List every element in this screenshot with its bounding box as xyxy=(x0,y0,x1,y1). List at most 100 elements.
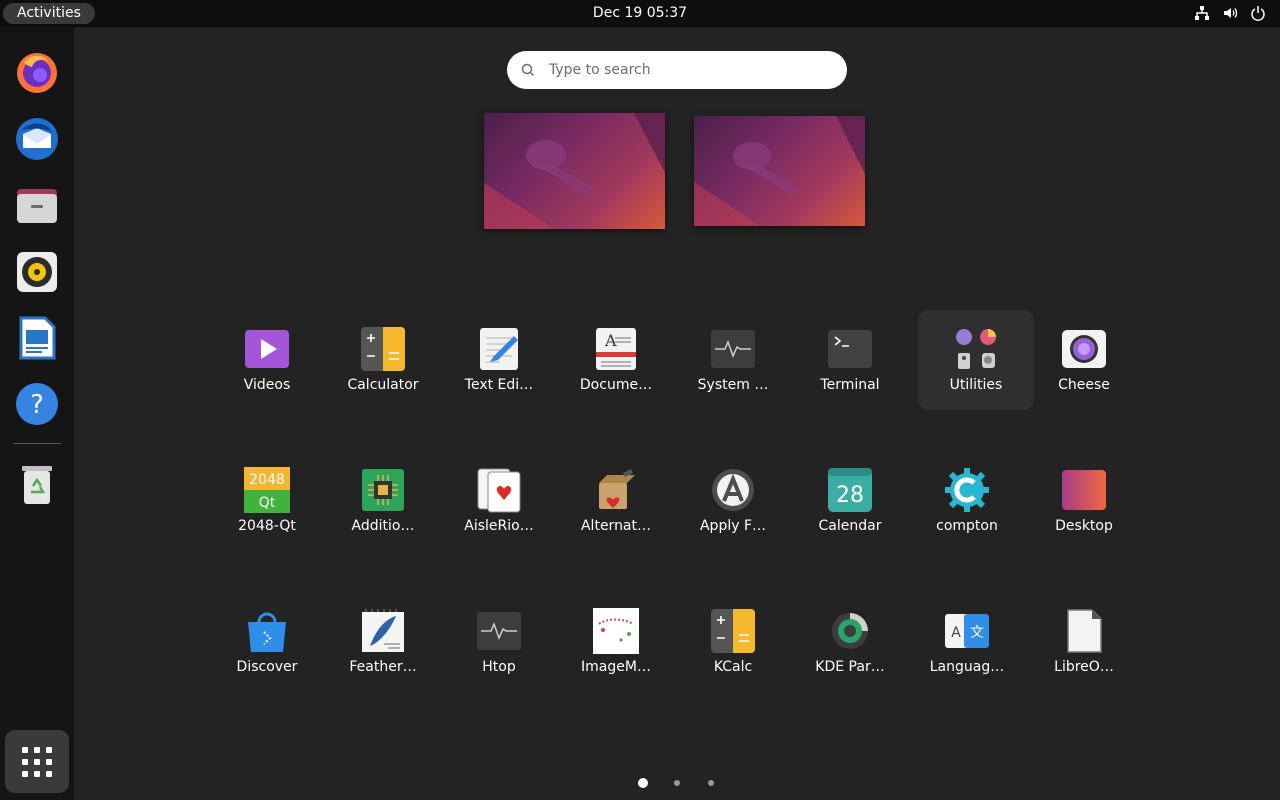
app-utilities-folder[interactable]: Utilities xyxy=(918,310,1034,410)
svg-text:A: A xyxy=(604,331,617,350)
app-label: System … xyxy=(697,377,769,393)
app-label: Calendar xyxy=(818,518,882,534)
app-kcalc[interactable]: KCalc xyxy=(675,592,791,692)
workspace-thumbnail-2[interactable] xyxy=(694,116,865,226)
qt-text: Qt xyxy=(259,495,276,511)
page-indicator xyxy=(0,778,1280,788)
app-label: LibreO… xyxy=(1054,659,1114,675)
app-calendar[interactable]: 28 Calendar xyxy=(792,451,908,551)
app-label: 2048-Qt xyxy=(238,518,296,534)
app-label: Desktop xyxy=(1055,518,1113,534)
volume-icon[interactable] xyxy=(1222,5,1238,21)
calculator-icon xyxy=(360,326,406,372)
calendar-day-text: 28 xyxy=(836,483,864,508)
cheese-icon xyxy=(1061,326,1107,372)
dock-files[interactable] xyxy=(9,178,65,234)
page-dot-3[interactable] xyxy=(708,780,714,786)
files-icon xyxy=(17,189,57,223)
writer-icon xyxy=(19,316,56,360)
app-label: Text Edi… xyxy=(464,377,534,393)
search-input[interactable] xyxy=(547,61,821,79)
app-discover[interactable]: Discover xyxy=(209,592,325,692)
system-tray[interactable] xyxy=(1194,5,1266,21)
additional-drivers-icon xyxy=(360,467,406,513)
dock-firefox[interactable] xyxy=(9,44,65,100)
trash-icon xyxy=(22,466,52,504)
app-label: Terminal xyxy=(820,377,880,393)
app-kde-partition-manager[interactable]: KDE Par… xyxy=(792,592,908,692)
app-htop[interactable]: Htop xyxy=(441,592,557,692)
network-icon[interactable] xyxy=(1194,5,1210,21)
alternatives-icon xyxy=(593,467,639,513)
app-videos[interactable]: Videos xyxy=(209,310,325,410)
app-system-monitor[interactable]: System … xyxy=(675,310,791,410)
kde-partition-icon xyxy=(827,608,873,654)
app-label: Videos xyxy=(243,377,291,393)
app-aisleriot[interactable]: AisleRio… xyxy=(441,451,557,551)
rhythmbox-icon xyxy=(17,252,57,292)
page-dot-2[interactable] xyxy=(674,780,680,786)
app-label: Alternat… xyxy=(580,518,652,534)
app-feather[interactable]: Feather… xyxy=(325,592,441,692)
app-label: AisleRio… xyxy=(464,518,534,534)
dock-rhythmbox[interactable] xyxy=(9,244,65,300)
workspace-thumbnail-1[interactable] xyxy=(484,113,665,229)
power-icon[interactable] xyxy=(1250,5,1266,21)
feather-icon xyxy=(360,608,406,654)
app-imagemagick[interactable]: ImageM… xyxy=(558,592,674,692)
dock-thunderbird[interactable] xyxy=(9,111,65,167)
app-label: KCalc xyxy=(713,659,753,675)
app-2048-qt[interactable]: 2048 Qt 2048-Qt xyxy=(209,451,325,551)
dock-libreoffice-writer[interactable] xyxy=(9,310,65,366)
imagemagick-icon xyxy=(593,608,639,654)
text-editor-icon xyxy=(476,326,522,372)
system-monitor-icon xyxy=(710,326,756,372)
terminal-icon xyxy=(827,326,873,372)
svg-text:?: ? xyxy=(30,390,44,420)
app-text-editor[interactable]: Text Edi… xyxy=(441,310,557,410)
app-label: KDE Par… xyxy=(815,659,885,675)
app-label: Apply F… xyxy=(699,518,767,534)
app-label: Languag… xyxy=(929,659,1005,675)
language-icon: A文 xyxy=(944,608,990,654)
app-calculator[interactable]: Calculator xyxy=(325,310,441,410)
dock-help[interactable]: ? xyxy=(9,376,65,432)
page-dot-1[interactable] xyxy=(638,778,648,788)
app-language-support[interactable]: A文 Languag… xyxy=(909,592,1025,692)
app-label: Cheese xyxy=(1058,377,1110,393)
dock-separator xyxy=(13,443,61,444)
app-grid-icon xyxy=(22,746,52,777)
jellyfish-wallpaper xyxy=(694,116,865,226)
help-icon: ? xyxy=(16,383,58,425)
app-cheese[interactable]: Cheese xyxy=(1026,310,1142,410)
app-additional-drivers[interactable]: Additio… xyxy=(325,451,441,551)
htop-icon xyxy=(476,608,522,654)
compton-icon xyxy=(944,467,990,513)
dock-trash[interactable] xyxy=(9,457,65,513)
app-label: Additio… xyxy=(351,518,415,534)
app-libreoffice[interactable]: LibreO… xyxy=(1026,592,1142,692)
desktop-icon xyxy=(1061,467,1107,513)
search-icon xyxy=(521,63,535,77)
activities-button[interactable]: Activities xyxy=(3,3,95,24)
clock: Dec 19 05:37 xyxy=(0,0,1280,27)
2048-qt-icon: 2048 Qt xyxy=(244,467,290,513)
app-label: Calculator xyxy=(347,377,419,393)
app-document-viewer[interactable]: A Docume… xyxy=(558,310,674,410)
app-label: ImageM… xyxy=(581,659,651,675)
svg-text:文: 文 xyxy=(970,625,984,641)
document-viewer-icon: A xyxy=(593,326,639,372)
app-terminal[interactable]: Terminal xyxy=(792,310,908,410)
app-compton[interactable]: compton xyxy=(909,451,1025,551)
app-alternatives[interactable]: Alternat… xyxy=(558,451,674,551)
search-bar[interactable] xyxy=(507,51,847,89)
top-bar: Activities Dec 19 05:37 xyxy=(0,0,1280,27)
calendar-icon: 28 xyxy=(827,467,873,513)
jellyfish-wallpaper xyxy=(484,113,665,229)
clock-button[interactable]: Dec 19 05:37 xyxy=(593,5,687,21)
2048-text: 2048 xyxy=(249,472,285,488)
app-label: Utilities xyxy=(949,377,1003,393)
app-apply-font[interactable]: Apply F… xyxy=(675,451,791,551)
app-desktop[interactable]: Desktop xyxy=(1026,451,1142,551)
utilities-folder-icon xyxy=(953,326,999,372)
